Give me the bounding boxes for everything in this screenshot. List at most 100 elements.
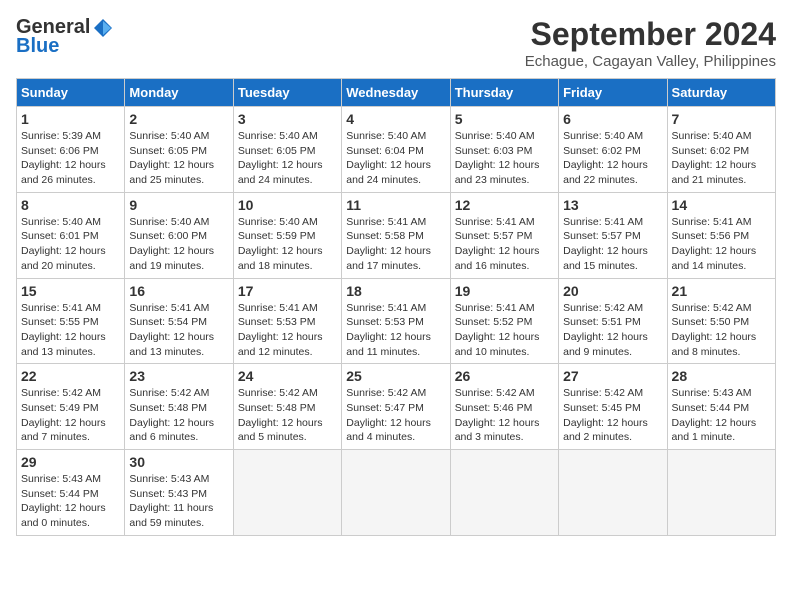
calendar-cell: 8 Sunrise: 5:40 AM Sunset: 6:01 PM Daylig…	[17, 192, 125, 278]
calendar-cell: 15 Sunrise: 5:41 AM Sunset: 5:55 PM Dayli…	[17, 278, 125, 364]
weekday-header-friday: Friday	[559, 79, 667, 107]
day-number: 2	[129, 111, 228, 127]
header: General Blue September 2024 Echague, Cag…	[16, 16, 776, 70]
day-number: 23	[129, 368, 228, 384]
day-info: Sunrise: 5:42 AM Sunset: 5:46 PM Dayligh…	[455, 386, 554, 445]
day-info: Sunrise: 5:40 AM Sunset: 6:04 PM Dayligh…	[346, 129, 445, 188]
calendar-cell: 23 Sunrise: 5:42 AM Sunset: 5:48 PM Dayli…	[125, 364, 233, 450]
day-info: Sunrise: 5:40 AM Sunset: 6:02 PM Dayligh…	[563, 129, 662, 188]
weekday-header-saturday: Saturday	[667, 79, 775, 107]
calendar-cell: 2 Sunrise: 5:40 AM Sunset: 6:05 PM Daylig…	[125, 107, 233, 193]
day-number: 16	[129, 283, 228, 299]
logo-icon	[92, 17, 114, 39]
calendar-cell: 16 Sunrise: 5:41 AM Sunset: 5:54 PM Dayli…	[125, 278, 233, 364]
week-row-1: 1 Sunrise: 5:39 AM Sunset: 6:06 PM Daylig…	[17, 107, 776, 193]
day-number: 12	[455, 197, 554, 213]
day-info: Sunrise: 5:42 AM Sunset: 5:47 PM Dayligh…	[346, 386, 445, 445]
day-info: Sunrise: 5:41 AM Sunset: 5:58 PM Dayligh…	[346, 215, 445, 274]
calendar-cell: 19Sunrise: 5:41 AM Sunset: 5:52 PM Dayli…	[450, 278, 558, 364]
day-info: Sunrise: 5:41 AM Sunset: 5:55 PM Dayligh…	[21, 301, 120, 360]
day-number: 1	[21, 111, 120, 127]
week-row-4: 22 Sunrise: 5:42 AM Sunset: 5:49 PM Dayli…	[17, 364, 776, 450]
day-number: 13	[563, 197, 662, 213]
day-info: Sunrise: 5:40 AM Sunset: 6:01 PM Dayligh…	[21, 215, 120, 274]
day-number: 5	[455, 111, 554, 127]
calendar-cell: 13 Sunrise: 5:41 AM Sunset: 5:57 PM Dayli…	[559, 192, 667, 278]
month-title: September 2024	[525, 16, 776, 53]
day-info: Sunrise: 5:39 AM Sunset: 6:06 PM Dayligh…	[21, 129, 120, 188]
location-subtitle: Echague, Cagayan Valley, Philippines	[525, 53, 776, 70]
calendar-cell: 28Sunrise: 5:43 AM Sunset: 5:44 PM Dayli…	[667, 364, 775, 450]
day-number: 22	[21, 368, 120, 384]
calendar-cell: 30 Sunrise: 5:43 AM Sunset: 5:43 PM Dayli…	[125, 450, 233, 536]
weekday-header-thursday: Thursday	[450, 79, 558, 107]
day-info: Sunrise: 5:40 AM Sunset: 5:59 PM Dayligh…	[238, 215, 337, 274]
day-number: 8	[21, 197, 120, 213]
day-number: 15	[21, 283, 120, 299]
day-info: Sunrise: 5:42 AM Sunset: 5:50 PM Dayligh…	[672, 301, 771, 360]
day-number: 11	[346, 197, 445, 213]
day-info: Sunrise: 5:43 AM Sunset: 5:44 PM Dayligh…	[21, 472, 120, 531]
day-number: 4	[346, 111, 445, 127]
day-number: 29	[21, 454, 120, 470]
week-row-3: 15 Sunrise: 5:41 AM Sunset: 5:55 PM Dayli…	[17, 278, 776, 364]
calendar-cell: 29 Sunrise: 5:43 AM Sunset: 5:44 PM Dayli…	[17, 450, 125, 536]
weekday-header-sunday: Sunday	[17, 79, 125, 107]
day-number: 14	[672, 197, 771, 213]
calendar-cell: 7Sunrise: 5:40 AM Sunset: 6:02 PM Daylig…	[667, 107, 775, 193]
weekday-header-wednesday: Wednesday	[342, 79, 450, 107]
calendar: SundayMondayTuesdayWednesdayThursdayFrid…	[16, 78, 776, 536]
day-number: 28	[672, 368, 771, 384]
day-number: 30	[129, 454, 228, 470]
day-info: Sunrise: 5:42 AM Sunset: 5:49 PM Dayligh…	[21, 386, 120, 445]
calendar-cell: 21 Sunrise: 5:42 AM Sunset: 5:50 PM Dayli…	[667, 278, 775, 364]
calendar-cell: 17 Sunrise: 5:41 AM Sunset: 5:53 PM Dayli…	[233, 278, 341, 364]
weekday-header-monday: Monday	[125, 79, 233, 107]
day-info: Sunrise: 5:42 AM Sunset: 5:48 PM Dayligh…	[238, 386, 337, 445]
day-number: 20	[563, 283, 662, 299]
day-info: Sunrise: 5:40 AM Sunset: 6:03 PM Dayligh…	[455, 129, 554, 188]
calendar-cell	[450, 450, 558, 536]
day-info: Sunrise: 5:41 AM Sunset: 5:53 PM Dayligh…	[346, 301, 445, 360]
weekday-header-row: SundayMondayTuesdayWednesdayThursdayFrid…	[17, 79, 776, 107]
title-area: September 2024 Echague, Cagayan Valley, …	[525, 16, 776, 70]
calendar-cell: 4 Sunrise: 5:40 AM Sunset: 6:04 PM Daylig…	[342, 107, 450, 193]
day-number: 24	[238, 368, 337, 384]
day-info: Sunrise: 5:41 AM Sunset: 5:57 PM Dayligh…	[563, 215, 662, 274]
day-number: 21	[672, 283, 771, 299]
day-number: 10	[238, 197, 337, 213]
calendar-cell	[342, 450, 450, 536]
day-number: 17	[238, 283, 337, 299]
calendar-cell	[233, 450, 341, 536]
day-info: Sunrise: 5:41 AM Sunset: 5:53 PM Dayligh…	[238, 301, 337, 360]
day-number: 18	[346, 283, 445, 299]
weekday-header-tuesday: Tuesday	[233, 79, 341, 107]
day-number: 6	[563, 111, 662, 127]
calendar-cell	[559, 450, 667, 536]
calendar-cell: 22 Sunrise: 5:42 AM Sunset: 5:49 PM Dayli…	[17, 364, 125, 450]
day-info: Sunrise: 5:41 AM Sunset: 5:56 PM Dayligh…	[672, 215, 771, 274]
day-number: 7	[672, 111, 771, 127]
calendar-cell: 18 Sunrise: 5:41 AM Sunset: 5:53 PM Dayli…	[342, 278, 450, 364]
calendar-body: 1 Sunrise: 5:39 AM Sunset: 6:06 PM Daylig…	[17, 107, 776, 536]
calendar-cell: 27Sunrise: 5:42 AM Sunset: 5:45 PM Dayli…	[559, 364, 667, 450]
day-number: 3	[238, 111, 337, 127]
day-info: Sunrise: 5:43 AM Sunset: 5:43 PM Dayligh…	[129, 472, 228, 531]
day-number: 25	[346, 368, 445, 384]
day-info: Sunrise: 5:40 AM Sunset: 6:05 PM Dayligh…	[129, 129, 228, 188]
day-info: Sunrise: 5:42 AM Sunset: 5:48 PM Dayligh…	[129, 386, 228, 445]
week-row-5: 29 Sunrise: 5:43 AM Sunset: 5:44 PM Dayli…	[17, 450, 776, 536]
day-number: 9	[129, 197, 228, 213]
day-info: Sunrise: 5:41 AM Sunset: 5:54 PM Dayligh…	[129, 301, 228, 360]
day-number: 26	[455, 368, 554, 384]
calendar-cell: 12 Sunrise: 5:41 AM Sunset: 5:57 PM Dayli…	[450, 192, 558, 278]
day-number: 27	[563, 368, 662, 384]
calendar-cell: 26 Sunrise: 5:42 AM Sunset: 5:46 PM Dayli…	[450, 364, 558, 450]
calendar-cell: 11 Sunrise: 5:41 AM Sunset: 5:58 PM Dayli…	[342, 192, 450, 278]
calendar-cell: 9Sunrise: 5:40 AM Sunset: 6:00 PM Daylig…	[125, 192, 233, 278]
day-info: Sunrise: 5:41 AM Sunset: 5:57 PM Dayligh…	[455, 215, 554, 274]
day-number: 19	[455, 283, 554, 299]
day-info: Sunrise: 5:42 AM Sunset: 5:51 PM Dayligh…	[563, 301, 662, 360]
calendar-cell: 10 Sunrise: 5:40 AM Sunset: 5:59 PM Dayli…	[233, 192, 341, 278]
calendar-cell: 24 Sunrise: 5:42 AM Sunset: 5:48 PM Dayli…	[233, 364, 341, 450]
